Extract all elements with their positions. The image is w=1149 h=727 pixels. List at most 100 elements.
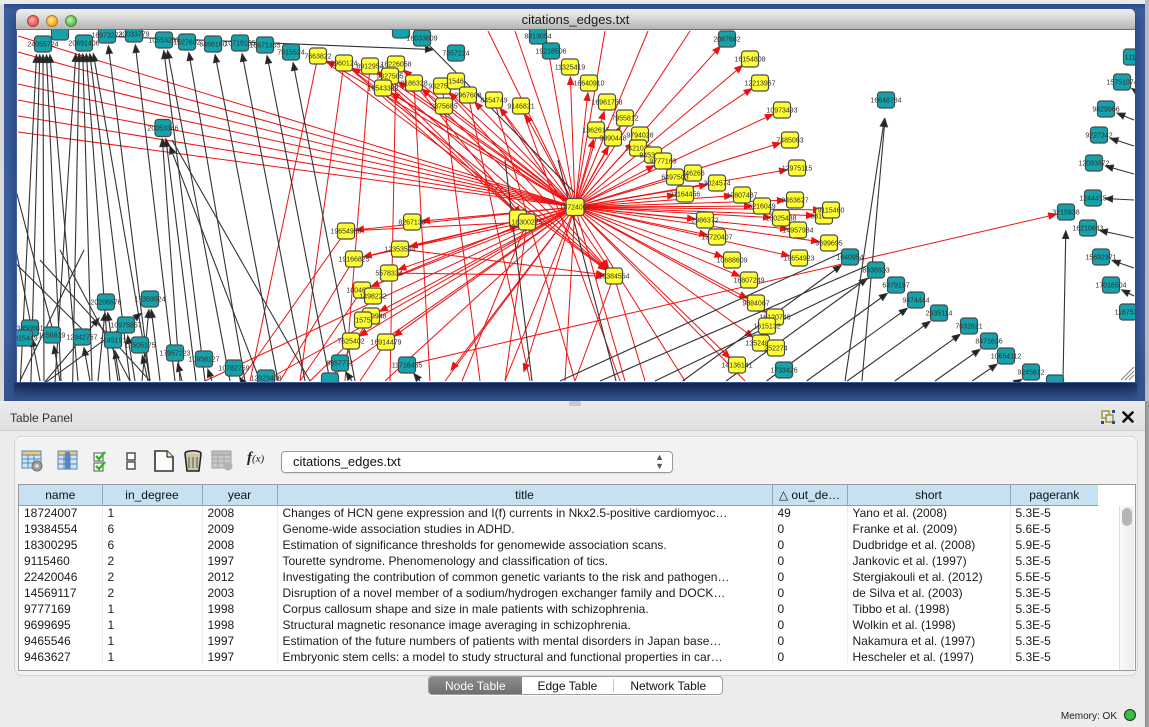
svg-text:21164456: 21164456 [670, 192, 701, 199]
svg-text:16154808: 16154808 [734, 57, 765, 64]
svg-text:8267130: 8267130 [398, 220, 425, 227]
svg-text:6497503: 6497503 [661, 175, 688, 182]
svg-text:18724007: 18724007 [559, 205, 590, 212]
svg-text:20033779: 20033779 [118, 32, 149, 39]
svg-text:12975115: 12975115 [782, 166, 813, 173]
svg-text:7632621: 7632621 [955, 324, 982, 331]
svg-text:15720407: 15720407 [701, 235, 732, 242]
svg-text:16648784: 16648784 [870, 98, 901, 105]
svg-text:3024574: 3024574 [703, 181, 730, 188]
svg-text:9146821: 9146821 [507, 104, 534, 111]
svg-text:10958127: 10958127 [188, 357, 219, 364]
svg-text:9474444: 9474444 [902, 298, 929, 305]
svg-text:5578334: 5578334 [375, 271, 402, 278]
svg-text:1112: 1112 [1125, 55, 1135, 62]
svg-text:1167533: 1167533 [1115, 310, 1135, 317]
svg-text:10807487: 10807487 [726, 193, 757, 200]
svg-text:252274: 252274 [764, 346, 787, 353]
svg-text:1733426: 1733426 [770, 368, 797, 375]
svg-text:2935114: 2935114 [926, 311, 953, 318]
svg-text:17016504: 17016504 [1095, 283, 1126, 290]
svg-text:9990448: 9990448 [599, 136, 626, 143]
svg-text:7485063: 7485063 [776, 138, 803, 145]
svg-text:8960124: 8960124 [330, 61, 357, 68]
svg-text:9794028: 9794028 [626, 133, 653, 140]
svg-text:16210643: 16210643 [1072, 226, 1103, 233]
svg-text:9884067: 9884067 [742, 301, 769, 308]
svg-text:2967608: 2967608 [454, 93, 481, 100]
svg-text:7955812: 7955812 [611, 116, 638, 123]
svg-text:12093872: 12093872 [1078, 161, 1109, 168]
svg-text:17359924: 17359924 [134, 297, 165, 304]
svg-text:16033809: 16033809 [406, 36, 437, 43]
svg-text:19384554: 19384554 [598, 274, 629, 281]
svg-text:10782759: 10782759 [218, 366, 249, 373]
svg-text:10654112: 10654112 [991, 354, 1022, 361]
svg-text:18300275: 18300275 [511, 220, 542, 227]
svg-text:19654923: 19654923 [783, 256, 814, 263]
svg-text:20053346: 20053346 [147, 126, 178, 133]
svg-text:1498222: 1498222 [359, 294, 386, 301]
svg-text:10975857: 10975857 [110, 323, 141, 330]
svg-text:12942757: 12942757 [66, 335, 97, 342]
svg-text:9227342: 9227342 [1085, 133, 1112, 140]
svg-text:1145191: 1145191 [100, 338, 127, 345]
svg-text:18807249: 18807249 [733, 278, 764, 285]
svg-text:9463627: 9463627 [781, 198, 808, 205]
svg-text:9777169: 9777169 [649, 159, 676, 166]
svg-text:3215938: 3215938 [1052, 210, 1079, 217]
svg-text:3875685: 3875685 [430, 104, 457, 111]
svg-text:7357224: 7357224 [442, 51, 469, 58]
svg-text:20691406: 20691406 [68, 41, 99, 48]
svg-text:19218506: 19218506 [535, 49, 566, 56]
svg-text:9657771: 9657771 [326, 361, 353, 368]
svg-text:12353594: 12353594 [384, 247, 415, 254]
svg-text:8813054: 8813054 [524, 34, 551, 41]
svg-text:16671355: 16671355 [249, 43, 280, 50]
svg-text:2087682: 2087682 [713, 37, 740, 44]
svg-text:15692971: 15692971 [1085, 255, 1116, 262]
svg-text:8471636: 8471636 [975, 339, 1002, 346]
svg-text:7515524: 7515524 [277, 50, 304, 57]
svg-text:12923448: 12923448 [250, 376, 281, 383]
svg-text:18640910: 18640910 [573, 81, 604, 88]
svg-text:8454749: 8454749 [480, 98, 507, 105]
svg-text:9115460: 9115460 [818, 208, 845, 215]
svg-text:16543382: 16543382 [367, 86, 398, 93]
svg-text:3915449: 3915449 [17, 336, 38, 343]
svg-text:10973493: 10973493 [766, 108, 797, 115]
svg-text:11325419: 11325419 [555, 65, 586, 72]
svg-text:17957223: 17957223 [159, 351, 190, 358]
svg-text:6466160: 6466160 [199, 42, 226, 49]
svg-text:20206576: 20206576 [90, 300, 121, 307]
svg-text:6216049: 6216049 [748, 204, 775, 211]
svg-text:8938923: 8938923 [862, 268, 889, 275]
svg-text:9699695: 9699695 [815, 241, 842, 248]
svg-text:16961758: 16961758 [591, 100, 622, 107]
svg-text:1156819: 1156819 [39, 333, 66, 340]
svg-text:12213967: 12213967 [744, 81, 775, 88]
svg-text:1615132: 1615132 [753, 324, 780, 331]
svg-text:7625402: 7625402 [337, 339, 364, 346]
svg-text:14957984: 14957984 [782, 228, 813, 235]
svg-text:15751074: 15751074 [1106, 80, 1135, 87]
svg-text:11716485: 11716485 [392, 363, 423, 370]
svg-text:1575: 1575 [355, 318, 371, 325]
svg-text:8186328: 8186328 [400, 81, 427, 88]
svg-text:1527602: 1527602 [173, 40, 200, 47]
svg-text:16914479: 16914479 [370, 340, 401, 347]
svg-text:14136141: 14136141 [721, 363, 752, 370]
svg-text:9829966: 9829966 [1092, 107, 1119, 114]
svg-text:2986372: 2986372 [691, 218, 718, 225]
svg-text:1244415: 1244415 [1079, 196, 1106, 203]
svg-text:9245612: 9245612 [1017, 370, 1044, 377]
svg-text:10688609: 10688609 [716, 258, 747, 265]
svg-text:24055724: 24055724 [27, 42, 58, 49]
svg-text:7663822: 7663822 [304, 54, 331, 61]
svg-text:12505175: 12505175 [124, 343, 155, 350]
svg-text:1640954: 1640954 [836, 255, 863, 262]
svg-text:19166825: 19166825 [338, 257, 369, 264]
svg-text:6379197: 6379197 [882, 283, 909, 290]
svg-text:19654988: 19654988 [330, 229, 361, 236]
svg-text:1546: 1546 [448, 79, 464, 86]
